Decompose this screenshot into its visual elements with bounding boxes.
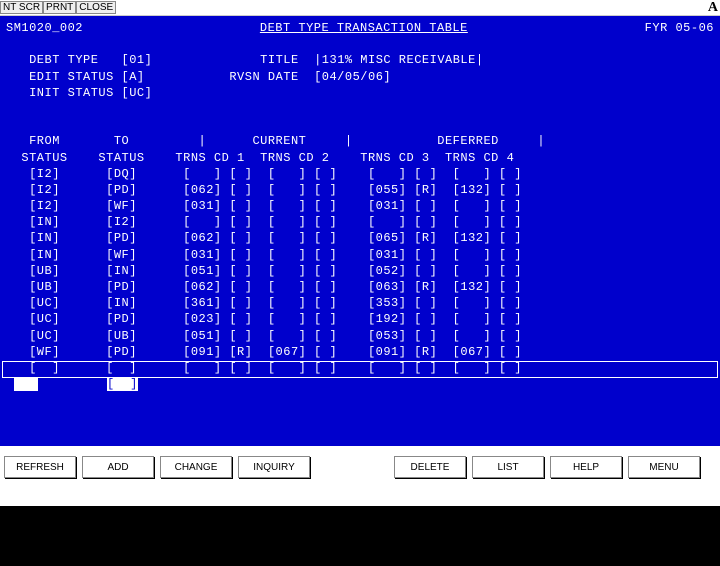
table-row[interactable]: [UC] [IN] [361] [ ] [ ] [ ] [353] [ ] [ …: [6, 295, 714, 311]
inquiry-button[interactable]: INQUIRY: [238, 456, 310, 478]
change-button[interactable]: CHANGE: [160, 456, 232, 478]
table-row[interactable]: [I2] [PD] [062] [ ] [ ] [ ] [055] [R] [1…: [6, 182, 714, 198]
table-row[interactable]: [UC] [PD] [023] [ ] [ ] [ ] [192] [ ] [ …: [6, 311, 714, 327]
page-title: DEBT TYPE TRANSACTION TABLE: [260, 20, 468, 36]
function-key-bar: REFRESH ADD CHANGE INQUIRY DELETE LIST H…: [0, 446, 720, 506]
row-highlight: [2, 361, 718, 378]
title-label: TITLE: [260, 53, 299, 67]
table-row[interactable]: [I2] [DQ] [ ] [ ] [ ] [ ] [ ] [ ] [ ] [ …: [6, 166, 714, 182]
init-status-label: INIT STATUS: [29, 86, 114, 100]
table-row[interactable]: [UC] [UB] [051] [ ] [ ] [ ] [053] [ ] [ …: [6, 328, 714, 344]
table-row[interactable]: [UB] [IN] [051] [ ] [ ] [ ] [052] [ ] [ …: [6, 263, 714, 279]
close-button[interactable]: CLOSE: [76, 1, 116, 14]
debt-type-label: DEBT TYPE: [29, 53, 98, 67]
refresh-button[interactable]: REFRESH: [4, 456, 76, 478]
init-status-field[interactable]: [UC]: [122, 86, 153, 100]
fyr-label: FYR 05-06: [645, 20, 714, 36]
cursor: [14, 377, 38, 391]
add-button[interactable]: ADD: [82, 456, 154, 478]
corner-letter: A: [708, 0, 718, 16]
rvsn-date-value: [04/05/06]: [314, 70, 391, 84]
window-titlebar: NT SCR PRNT CLOSE A: [0, 0, 720, 16]
footer-field[interactable]: [ ]: [107, 377, 138, 391]
screen-id: SM1020_002: [6, 20, 83, 36]
rvsn-date-label: RVSN DATE: [229, 70, 298, 84]
help-button[interactable]: HELP: [550, 456, 622, 478]
table-row[interactable]: [IN] [PD] [062] [ ] [ ] [ ] [065] [R] [1…: [6, 230, 714, 246]
table-row[interactable]: [UB] [PD] [062] [ ] [ ] [ ] [063] [R] [1…: [6, 279, 714, 295]
column-header-1: FROM TO | CURRENT | DEFERRED |: [29, 134, 545, 148]
prnt-button[interactable]: PRNT: [43, 1, 76, 14]
ntscr-button[interactable]: NT SCR: [0, 1, 43, 14]
table-row[interactable]: [WF] [PD] [091] [R] [067] [ ] [091] [R] …: [6, 344, 714, 360]
bottom-black: [0, 506, 720, 566]
table-row[interactable]: [I2] [WF] [031] [ ] [ ] [ ] [031] [ ] [ …: [6, 198, 714, 214]
terminal-screen: SM1020_002 DEBT TYPE TRANSACTION TABLE F…: [0, 16, 720, 446]
menu-button[interactable]: MENU: [628, 456, 700, 478]
spacer: [316, 456, 388, 496]
edit-status-field[interactable]: [A]: [122, 70, 145, 84]
list-button[interactable]: LIST: [472, 456, 544, 478]
delete-button[interactable]: DELETE: [394, 456, 466, 478]
debt-type-field[interactable]: [01]: [122, 53, 153, 67]
column-header-2: STATUS STATUS TRNS CD 1 TRNS CD 2 TRNS C…: [21, 151, 514, 165]
table-row[interactable]: [IN] [I2] [ ] [ ] [ ] [ ] [ ] [ ] [ ] [ …: [6, 214, 714, 230]
table-row[interactable]: [IN] [WF] [031] [ ] [ ] [ ] [031] [ ] [ …: [6, 247, 714, 263]
title-value: |131% MISC RECEIVABLE|: [314, 53, 483, 67]
edit-status-label: EDIT STATUS: [29, 70, 114, 84]
